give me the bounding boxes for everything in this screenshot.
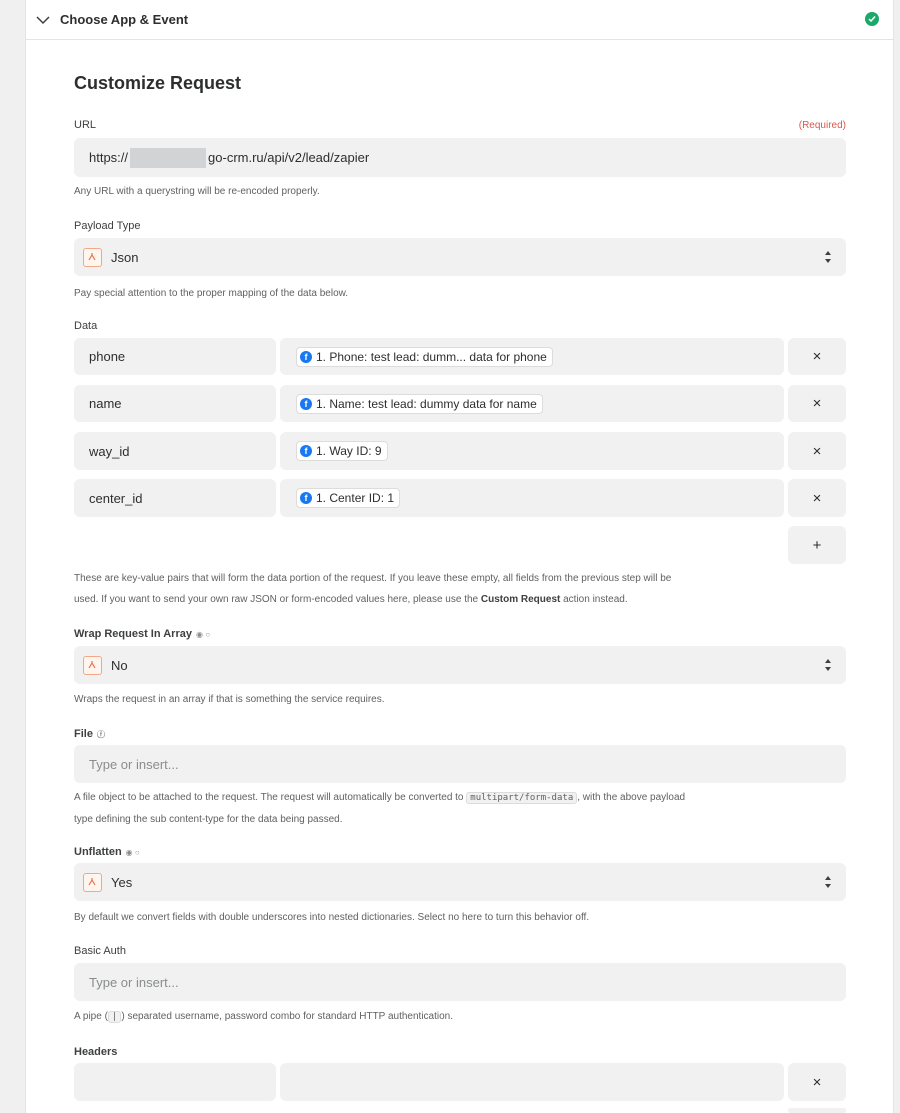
page-title: Customize Request — [74, 73, 242, 93]
code-snippet: multipart/form-data — [466, 792, 578, 804]
sort-arrows-icon — [825, 251, 831, 263]
unflatten-label-text: Unflatten — [74, 846, 122, 858]
add-row-button[interactable]: + — [788, 526, 846, 564]
data-value-input[interactable]: f 1. Name: test lead: dummy data for name — [280, 385, 784, 422]
file-help-text: , with the above payload — [577, 792, 686, 803]
basic-auth-input[interactable]: Type or insert... — [74, 963, 846, 1001]
payload-type-label: Payload Type — [74, 220, 141, 232]
remove-row-button[interactable]: × — [788, 479, 846, 517]
info-icon: ◉ ○ — [125, 848, 140, 857]
data-value-input[interactable]: f 1. Phone: test lead: dumm... data for p… — [280, 338, 784, 375]
url-value-suffix: go-crm.ru/api/v2/lead/zapier — [208, 150, 370, 165]
wrap-select[interactable]: No — [74, 646, 846, 684]
wrap-help: Wraps the request in an array if that is… — [74, 694, 385, 705]
header-key-input[interactable] — [74, 1063, 276, 1101]
required-badge: (Required) — [798, 120, 846, 131]
data-key-input[interactable]: way_id — [74, 432, 276, 470]
facebook-icon: f — [300, 492, 312, 504]
pill-label: 1. Center ID: 1 — [316, 491, 395, 505]
url-value-prefix: https:// — [89, 150, 129, 165]
basic-auth-label: Basic Auth — [74, 945, 126, 957]
add-header-button[interactable] — [788, 1108, 846, 1113]
file-help: A file object to be attached to the requ… — [74, 787, 846, 830]
pill-label: 1. Name: test lead: dummy data for name — [316, 396, 537, 411]
basic-auth-help-text: A pipe ( — [74, 1011, 108, 1022]
data-value-input[interactable]: f 1. Center ID: 1 — [280, 479, 784, 517]
data-help-line-1: These are key-value pairs that will form… — [74, 573, 672, 584]
basic-auth-help-text: ) separated username, password combo for… — [121, 1011, 453, 1022]
facebook-icon: f — [300, 397, 312, 410]
code-snippet: | — [107, 1011, 122, 1023]
sort-arrows-icon — [825, 876, 831, 888]
unflatten-label: Unflatten ◉ ○ — [74, 846, 140, 858]
file-info-icon: ⓕ — [96, 730, 105, 739]
section-title: Choose App & Event — [60, 12, 189, 27]
payload-type-help: Pay special attention to the proper mapp… — [74, 288, 349, 299]
remove-row-button[interactable]: × — [788, 385, 846, 422]
custom-request-mention: Custom Request — [480, 594, 561, 605]
header-value-input[interactable] — [280, 1063, 784, 1101]
choose-app-event-header[interactable]: Choose App & Event — [26, 0, 893, 40]
file-help-line-1: A file object to be attached to the requ… — [74, 787, 846, 809]
data-key-input[interactable]: phone — [74, 338, 276, 375]
unflatten-select[interactable]: Yes — [74, 863, 846, 901]
data-label: Data — [74, 320, 98, 332]
mapped-field-pill[interactable]: f 1. Name: test lead: dummy data for name — [296, 393, 543, 414]
pill-label: 1. Phone: test lead: dumm... data for ph… — [316, 349, 547, 364]
action-panel: Choose App & Event Customize Request URL… — [25, 0, 894, 1113]
facebook-icon: f — [300, 350, 312, 363]
redacted-block — [130, 147, 207, 168]
info-icon: ◉ ○ — [195, 630, 211, 639]
url-input[interactable]: https:// go-crm.ru/api/v2/lead/zapier — [74, 138, 846, 177]
basic-auth-help: A pipe (|) separated username, password … — [74, 1006, 453, 1028]
mapped-field-pill[interactable]: f 1. Center ID: 1 — [296, 488, 401, 508]
remove-header-button[interactable]: × — [788, 1063, 846, 1101]
payload-type-select[interactable]: Json — [74, 238, 846, 276]
file-input[interactable]: Type or insert... — [74, 745, 846, 783]
chevron-down-icon[interactable] — [36, 15, 50, 25]
mapped-field-pill[interactable]: f 1. Way ID: 9 — [296, 441, 388, 461]
data-value-input[interactable]: f 1. Way ID: 9 — [280, 432, 784, 470]
data-help-text: action instead. — [560, 594, 628, 605]
file-help-text: A file object to be attached to the requ… — [74, 792, 467, 803]
file-label-text: File — [74, 728, 93, 740]
webhook-icon — [83, 872, 102, 892]
unflatten-help: By default we convert fields with double… — [74, 912, 590, 923]
data-key-input[interactable]: name — [74, 385, 276, 422]
file-help-line-2: type defining the sub content-type for t… — [74, 814, 343, 825]
pill-label: 1. Way ID: 9 — [316, 444, 382, 458]
facebook-icon: f — [300, 445, 312, 457]
check-circle-icon — [865, 12, 879, 26]
webhook-icon — [83, 655, 102, 675]
payload-type-value: Json — [111, 249, 139, 265]
mapped-field-pill[interactable]: f 1. Phone: test lead: dumm... data for p… — [296, 346, 553, 367]
url-help: Any URL with a querystring will be re-en… — [74, 186, 320, 197]
file-label: File ⓕ — [74, 728, 105, 740]
data-help-text: used. If you want to send your own raw J… — [74, 594, 481, 605]
remove-row-button[interactable]: × — [788, 432, 846, 470]
wrap-label-text: Wrap Request In Array — [74, 628, 192, 640]
webhook-icon — [83, 247, 102, 267]
sort-arrows-icon — [825, 659, 831, 671]
unflatten-value: Yes — [111, 874, 133, 890]
remove-row-button[interactable]: × — [788, 338, 846, 375]
data-help-line-2: used. If you want to send your own raw J… — [74, 589, 846, 610]
wrap-value: No — [111, 657, 128, 673]
wrap-label: Wrap Request In Array ◉ ○ — [74, 628, 210, 640]
url-label: URL — [74, 119, 97, 131]
data-key-input[interactable]: center_id — [74, 479, 276, 517]
headers-label: Headers — [74, 1046, 118, 1058]
data-help: These are key-value pairs that will form… — [74, 568, 846, 610]
